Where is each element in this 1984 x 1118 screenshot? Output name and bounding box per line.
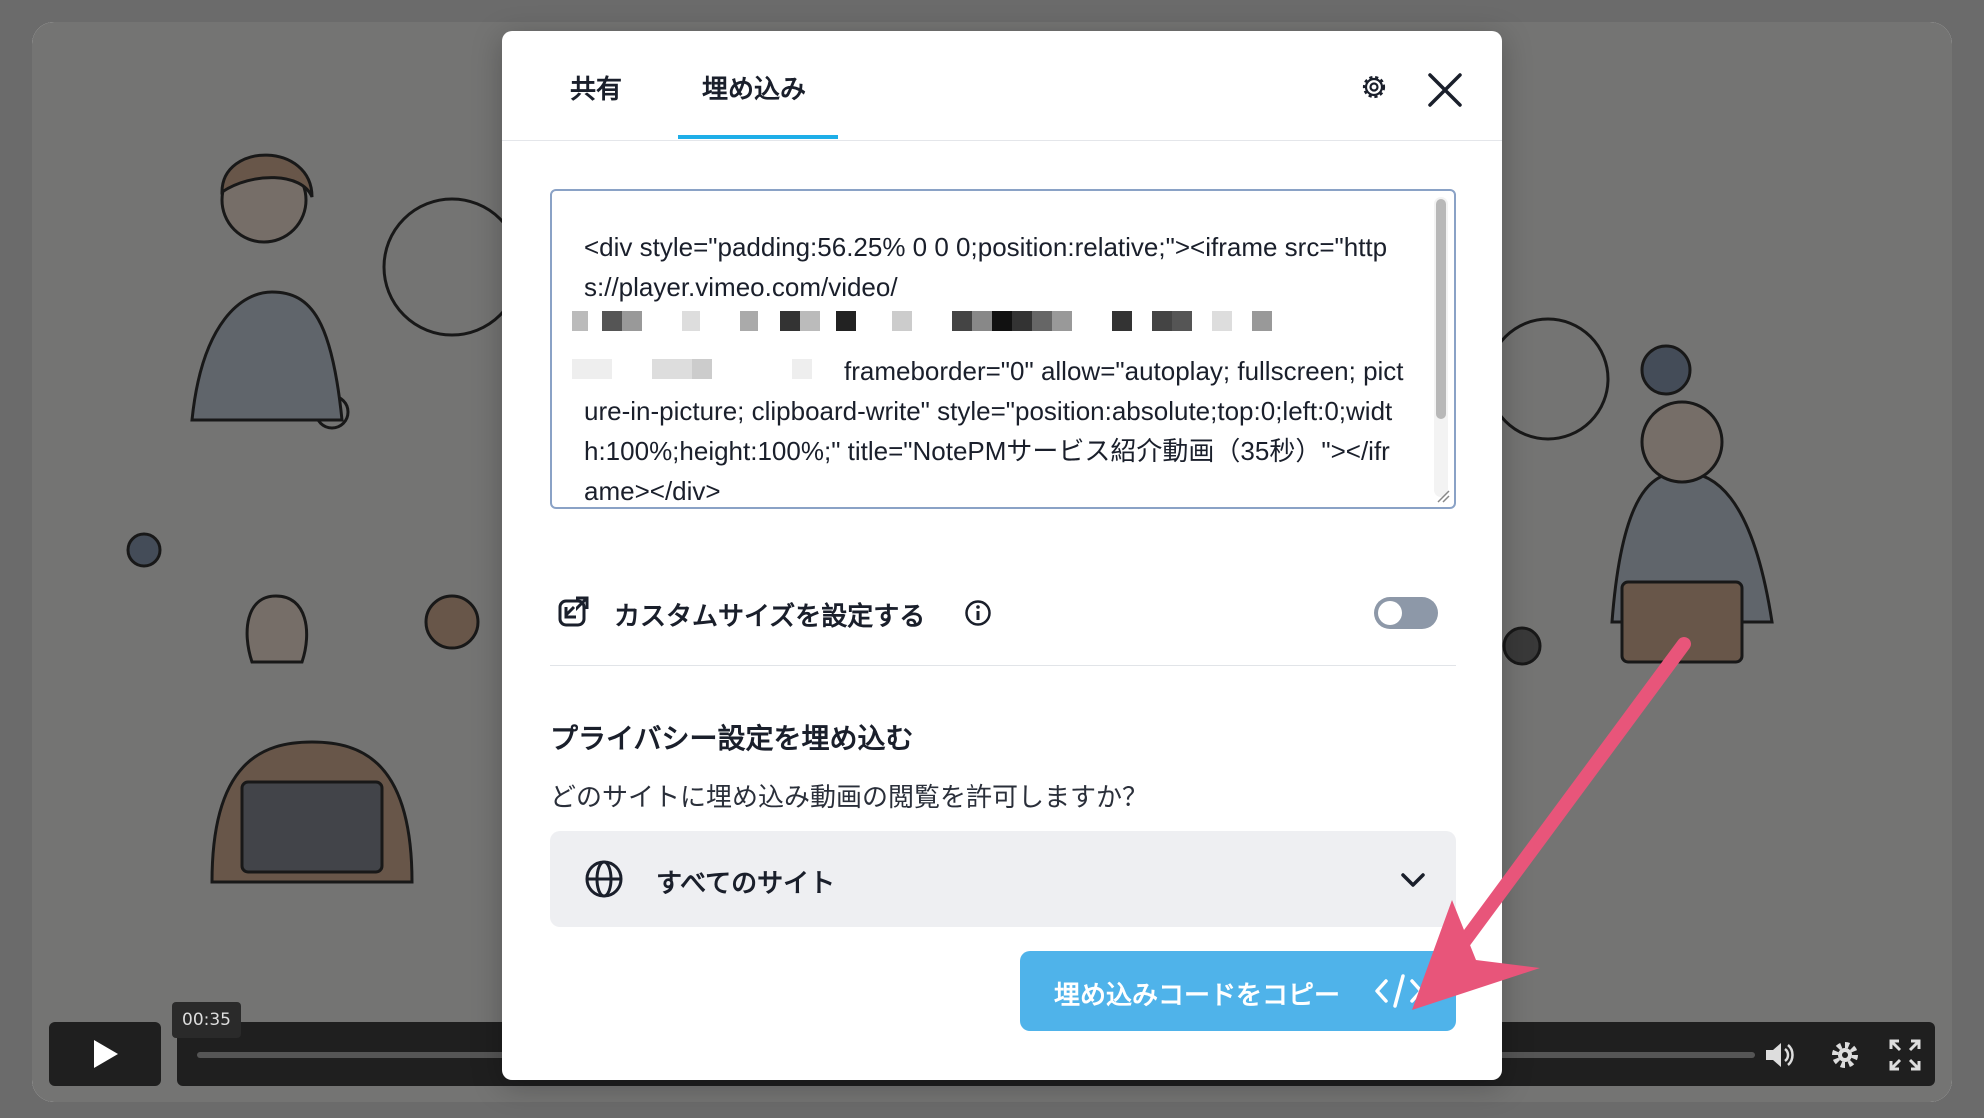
close-icon[interactable] bbox=[1424, 69, 1466, 111]
embed-code-part2: frameborder="0" allow="autoplay; fullscr… bbox=[584, 356, 1404, 506]
custom-size-row: カスタムサイズを設定する bbox=[550, 571, 1456, 651]
custom-size-toggle[interactable] bbox=[1374, 597, 1438, 629]
code-icon bbox=[1375, 974, 1423, 1008]
embed-code-part1: <div style="padding:56.25% 0 0 0;positio… bbox=[584, 232, 1388, 302]
copy-embed-code-button[interactable]: 埋め込みコードをコピー bbox=[1020, 951, 1456, 1031]
play-icon bbox=[94, 1040, 118, 1068]
fullscreen-icon[interactable] bbox=[1888, 1038, 1922, 1072]
tab-share[interactable]: 共有 bbox=[570, 69, 622, 106]
active-tab-indicator bbox=[678, 135, 838, 139]
player-settings-icon[interactable] bbox=[1828, 1038, 1862, 1072]
globe-icon bbox=[585, 860, 623, 898]
copy-button-label: 埋め込みコードをコピー bbox=[1054, 981, 1341, 1011]
gear-icon[interactable] bbox=[1358, 71, 1390, 103]
embed-code-textarea[interactable]: <div style="padding:56.25% 0 0 0;positio… bbox=[550, 189, 1456, 509]
privacy-select[interactable]: すべてのサイト bbox=[550, 831, 1456, 927]
tab-embed[interactable]: 埋め込み bbox=[702, 69, 806, 106]
play-button[interactable] bbox=[49, 1022, 161, 1086]
redacted-video-id bbox=[572, 311, 1272, 331]
privacy-section-title: プライバシー設定を埋め込む bbox=[550, 722, 914, 755]
modal-tabs: 共有 埋め込み bbox=[502, 31, 1502, 141]
info-icon[interactable] bbox=[964, 599, 992, 627]
code-scrollbar-thumb[interactable] bbox=[1436, 199, 1446, 419]
resize-external-icon bbox=[558, 596, 589, 627]
custom-size-label: カスタムサイズを設定する bbox=[614, 602, 926, 632]
privacy-question: どのサイトに埋め込み動画の閲覧を許可しますか？ bbox=[550, 783, 1149, 813]
chevron-down-icon bbox=[1401, 873, 1425, 887]
resize-grip-icon[interactable] bbox=[1434, 487, 1450, 503]
volume-icon[interactable] bbox=[1762, 1038, 1796, 1072]
section-divider bbox=[550, 665, 1456, 666]
embed-modal: 共有 埋め込み <div style="padding:56.25% 0 0 0… bbox=[502, 31, 1502, 1080]
privacy-selected-value: すべてのサイト bbox=[656, 869, 836, 899]
time-indicator: 00:35 bbox=[172, 1002, 241, 1038]
toggle-knob bbox=[1378, 601, 1402, 625]
